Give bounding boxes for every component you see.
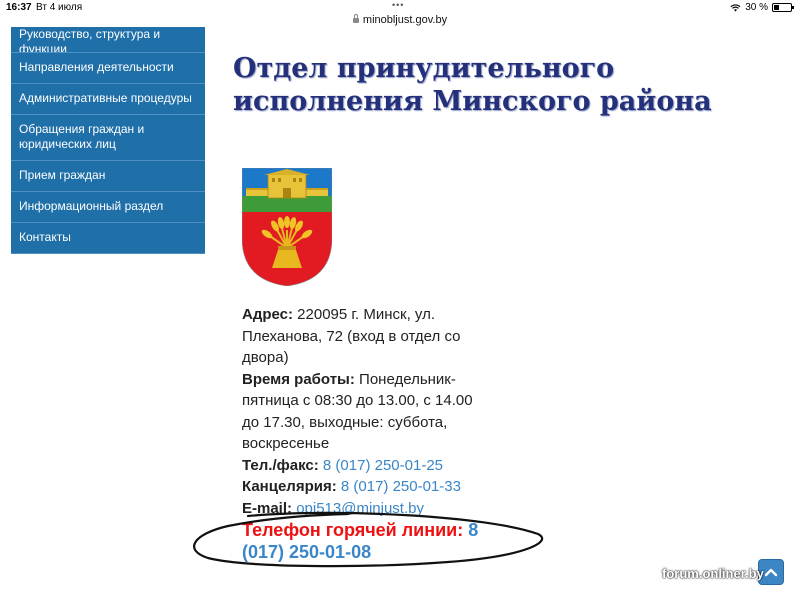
office-row: Канцелярия: 8 (017) 250-01-33 [242,476,492,498]
phone-row: Тел./факс: 8 (017) 250-01-25 [242,455,492,477]
battery-percent: 30 % [745,2,768,13]
battery-fill [774,5,779,10]
battery-icon [772,3,794,12]
page-title: Отдел принудительного исполнения Минског… [233,53,712,117]
office-phone-link[interactable]: 8 (017) 250-01-33 [341,478,461,495]
wifi-icon [730,3,741,12]
sidebar-item-contacts[interactable]: Контакты [11,223,205,254]
hotline-row: Телефон горячей линии: 8 (017) 250-01-08 [242,519,492,563]
multitask-dots-icon[interactable]: ••• [392,0,404,10]
address-row: Адрес: 220095 г. Минск, ул. Плеханова, 7… [242,304,492,369]
sidebar-item-appeals[interactable]: Обращения граждан и юридических лиц [11,115,205,161]
sidebar-item-structure[interactable]: Руководство, структура и функции [11,27,205,53]
address-bar[interactable]: minobljust.gov.by [0,14,800,26]
sidebar-menu: Руководство, структура и функции Направл… [11,27,205,254]
sidebar-item-admin-procedures[interactable]: Административные процедуры [11,84,205,115]
chevron-up-icon [764,568,778,577]
status-time: 16:37 [6,2,32,13]
hours-row: Время работы: Понедельник-пятница с 08:3… [242,369,492,455]
sidebar-item-directions[interactable]: Направления деятельности [11,53,205,84]
lock-icon [352,14,359,23]
email-link[interactable]: opi513@minjust.by [296,500,424,517]
hotline-label: Телефон горячей линии: [242,520,464,540]
status-right: 30 % [730,2,794,13]
phone-link[interactable]: 8 (017) 250-01-25 [323,457,443,474]
email-label: E-mail: [242,499,293,517]
contact-info: Адрес: 220095 г. Минск, ул. Плеханова, 7… [242,304,492,563]
email-row: E-mail: opi513@minjust.by [242,498,492,520]
phone-label: Тел./факс: [242,456,319,474]
url-text: minobljust.gov.by [362,14,448,26]
watermark: forum.onliner.by [662,566,764,581]
office-label: Канцелярия: [242,478,337,495]
coat-of-arms-icon [242,168,332,286]
status-date: Вт 4 июля [36,2,83,13]
address-label: Адрес: [242,306,293,323]
sidebar-item-reception[interactable]: Прием граждан [11,161,205,192]
sidebar-item-info[interactable]: Информационный раздел [11,192,205,223]
hours-label: Время работы: [242,370,355,388]
